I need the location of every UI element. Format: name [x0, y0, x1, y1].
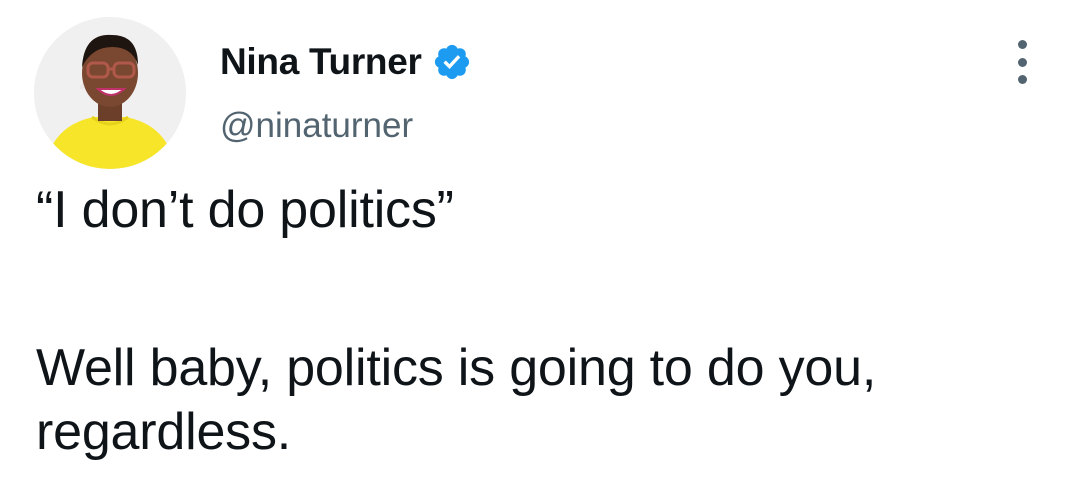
tweet-line-2: Well baby, politics is going to do you, [36, 339, 877, 397]
verified-badge-icon [432, 42, 472, 82]
tweet-text: “I don’t do politics” Well baby, politic… [36, 178, 1056, 464]
tweet-card: Nina Turner @ninaturner “I don’t do poli… [0, 0, 1080, 498]
user-handle[interactable]: @ninaturner [220, 106, 472, 146]
name-row: Nina Turner [220, 36, 472, 88]
tweet-line-3: regardless. [36, 403, 292, 461]
tweet-line-1: “I don’t do politics” [36, 181, 454, 239]
dot-icon [1017, 75, 1027, 84]
profile-photo [34, 17, 186, 169]
dot-icon [1017, 57, 1027, 67]
display-name[interactable]: Nina Turner [220, 41, 422, 83]
dot-icon [1017, 40, 1027, 49]
avatar[interactable] [34, 17, 186, 169]
author-block: Nina Turner @ninaturner [220, 36, 472, 145]
more-options-icon[interactable] [1006, 40, 1038, 84]
